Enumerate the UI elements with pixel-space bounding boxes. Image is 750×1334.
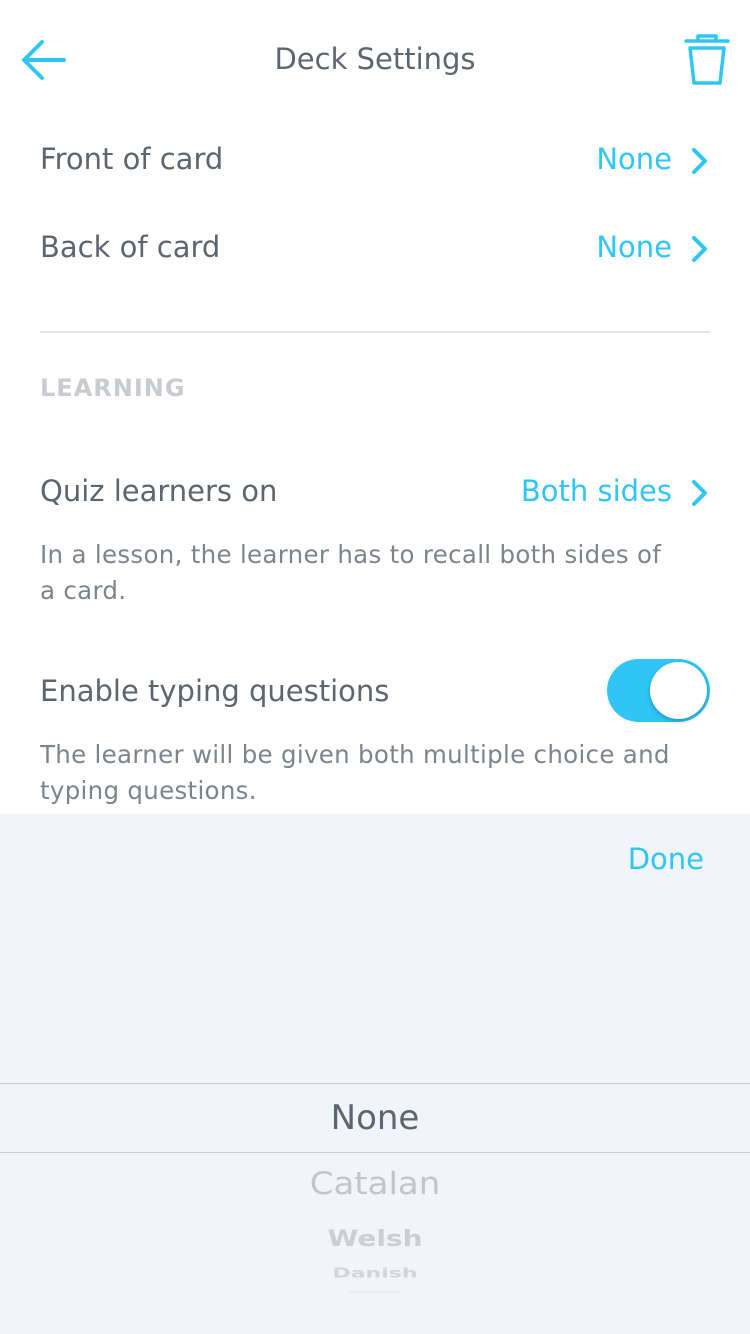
picker-option-selected[interactable]: None (0, 1098, 750, 1138)
picker-option-faded[interactable]: ━━━━━━ (0, 1289, 750, 1295)
front-of-card-value[interactable]: None (596, 142, 672, 176)
page-title: Deck Settings (274, 42, 476, 76)
quiz-learners-label: Quiz learners on (40, 474, 278, 508)
picker-option[interactable]: Danish (0, 1266, 750, 1281)
picker-selection-top-line (0, 1083, 750, 1084)
typing-description-line-2: typing questions. (40, 776, 257, 805)
quiz-learners-description: In a lesson, the learner has to recall b… (40, 537, 710, 609)
quiz-description-line-1: In a lesson, the learner has to recall b… (40, 540, 662, 569)
learning-section-title: LEARNING (40, 374, 186, 402)
quiz-learners-row[interactable]: Quiz learners on Both sides (40, 462, 710, 522)
back-of-card-row[interactable]: Back of card None (40, 218, 710, 278)
chevron-right-icon (692, 148, 707, 174)
picker-selection-bottom-line (0, 1152, 750, 1153)
back-of-card-value[interactable]: None (596, 230, 672, 264)
front-of-card-label: Front of card (40, 142, 224, 176)
typing-description-line-1: The learner will be given both multiple … (40, 740, 670, 769)
picker-option[interactable]: Catalan (0, 1166, 750, 1203)
quiz-learners-value[interactable]: Both sides (521, 474, 672, 508)
picker-option[interactable]: Welsh (0, 1226, 750, 1252)
back-of-card-label: Back of card (40, 230, 221, 264)
nav-bar: Deck Settings (0, 0, 750, 120)
trash-icon (684, 34, 730, 85)
enable-typing-description: The learner will be given both multiple … (40, 737, 710, 809)
toggle-knob (650, 662, 707, 719)
section-divider (40, 331, 710, 333)
delete-deck-button[interactable] (682, 32, 732, 88)
chevron-right-icon (692, 236, 707, 262)
chevron-right-icon (692, 480, 707, 506)
language-picker-panel: Done None Catalan Welsh Danish ━━━━━━ (0, 814, 750, 1334)
front-of-card-row[interactable]: Front of card None (40, 130, 710, 190)
enable-typing-label: Enable typing questions (40, 674, 390, 708)
quiz-description-line-2: a card. (40, 576, 127, 605)
done-button[interactable]: Done (628, 842, 704, 876)
enable-typing-toggle[interactable] (607, 659, 710, 722)
